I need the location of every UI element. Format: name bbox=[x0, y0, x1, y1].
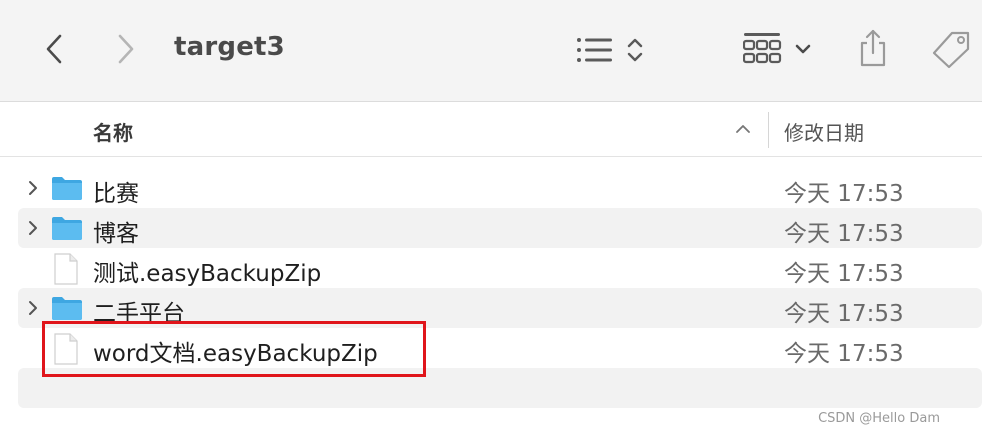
file-date: 今天 17:53 bbox=[784, 181, 904, 207]
share-icon[interactable] bbox=[857, 28, 889, 68]
file-date: 今天 17:53 bbox=[784, 301, 904, 327]
folder-icon bbox=[52, 217, 82, 240]
list-item-file[interactable]: 测试.easyBackupZip 今天 17:53 bbox=[18, 248, 982, 288]
disclosure-chevron-icon[interactable] bbox=[28, 220, 38, 236]
watermark: CSDN @Hello Dam bbox=[818, 411, 940, 426]
sort-ascending-chevron-icon[interactable] bbox=[735, 124, 751, 134]
tag-icon[interactable] bbox=[930, 28, 974, 70]
chevron-down-icon[interactable] bbox=[795, 43, 811, 55]
column-header: 名称 修改日期 bbox=[0, 102, 982, 157]
file-date: 今天 17:53 bbox=[784, 221, 904, 247]
group-grid-icon[interactable] bbox=[743, 32, 783, 66]
file-name: 博客 bbox=[93, 221, 139, 247]
window-title: target3 bbox=[174, 32, 285, 62]
up-down-chevron-icon[interactable] bbox=[626, 36, 644, 64]
file-name: 测试.easyBackupZip bbox=[93, 261, 322, 287]
document-icon bbox=[54, 253, 78, 285]
disclosure-chevron-icon[interactable] bbox=[28, 180, 38, 196]
list-item-folder[interactable]: 博客 今天 17:53 bbox=[18, 208, 982, 248]
column-divider[interactable] bbox=[768, 112, 769, 148]
date-modified-column-header[interactable]: 修改日期 bbox=[784, 117, 864, 146]
highlight-annotation-box bbox=[42, 321, 426, 377]
file-name: 比赛 bbox=[93, 181, 139, 207]
folder-icon bbox=[52, 177, 82, 200]
back-chevron-icon[interactable] bbox=[44, 33, 64, 65]
file-date: 今天 17:53 bbox=[784, 261, 904, 287]
forward-chevron-icon[interactable] bbox=[116, 33, 136, 65]
disclosure-chevron-icon[interactable] bbox=[28, 300, 38, 316]
folder-icon bbox=[52, 297, 82, 320]
list-item-folder[interactable]: 比赛 今天 17:53 bbox=[18, 168, 982, 208]
name-column-header[interactable]: 名称 bbox=[93, 117, 133, 146]
list-view-icon[interactable] bbox=[576, 36, 614, 64]
file-date: 今天 17:53 bbox=[784, 341, 904, 367]
toolbar: target3 bbox=[0, 0, 982, 102]
